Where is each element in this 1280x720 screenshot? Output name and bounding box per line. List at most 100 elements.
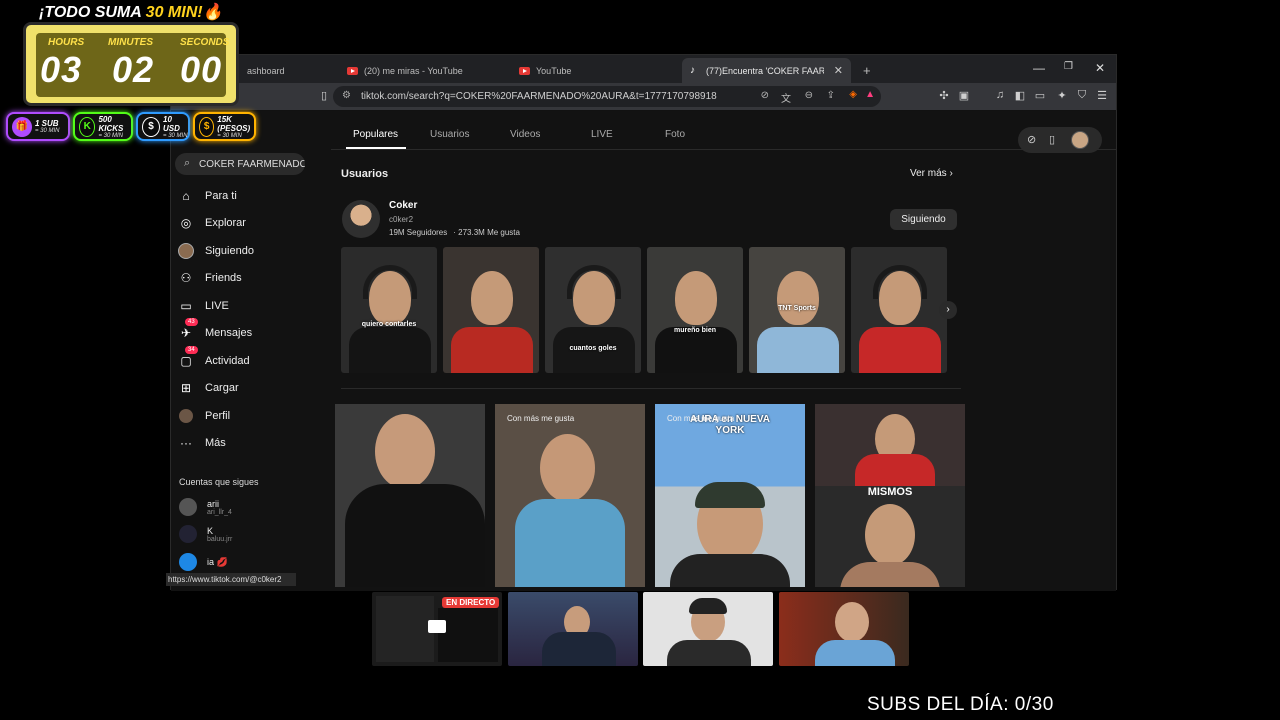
nav-live[interactable]: ▭ LIVE [177, 295, 229, 317]
following-button[interactable]: Siguiendo [890, 209, 957, 230]
minimize-icon[interactable]: — [1033, 61, 1045, 75]
user-stats: 19M Seguidores · 273.3M Me gusta [389, 228, 520, 237]
address-url: tiktok.com/search?q=COKER%20FAARMENADO%2… [361, 91, 717, 102]
browser-tab-dashboard[interactable]: ashboard [239, 58, 334, 83]
activity-icon: ▢ 34 [177, 346, 198, 370]
nav-mas[interactable]: ··· Más [177, 432, 226, 454]
messages-badge: 43 [185, 318, 198, 326]
timer-title-prefix: ¡TODO SUMA [39, 4, 146, 21]
sub-reward-pill: 🎁 1 SUB = 30 MIN [6, 112, 70, 141]
video-subject [540, 434, 595, 502]
following-icon [177, 242, 195, 260]
video-thumbnail[interactable]: TNT Sports [749, 247, 845, 373]
screenshot-icon[interactable]: ▣ [957, 89, 971, 102]
video-thumbnail[interactable] [851, 247, 947, 373]
timer-title-highlight: 30 MIN! [145, 4, 203, 21]
video-thumbnail[interactable] [443, 247, 539, 373]
menu-icon[interactable]: ☰ [1095, 89, 1109, 102]
site-info-icon[interactable]: ⚙ [342, 90, 351, 101]
zoom-icon[interactable]: ⊖ [805, 90, 813, 101]
vpn-icon[interactable]: ⛉ [1075, 89, 1089, 102]
video-subject [865, 504, 915, 566]
device-icon[interactable]: ▯ [1049, 133, 1055, 146]
video-caption: Con más me gusta [667, 414, 735, 423]
person-body [815, 640, 895, 666]
carousel-next-icon[interactable]: › [939, 301, 957, 319]
following-account[interactable]: ia 💋 [179, 553, 228, 571]
music-icon[interactable]: ♫ [993, 89, 1007, 101]
video-thumbnail[interactable]: cuantos goles [545, 247, 641, 373]
search-input[interactable]: ⌕ COKER FAARMENADO... [175, 153, 305, 175]
dollar-icon: $ [142, 116, 161, 137]
tab-videos[interactable]: Videos [510, 129, 540, 140]
nav-label: Siguiendo [205, 245, 254, 257]
browser-tab-youtube-me-miras[interactable]: (20) me miras - YouTube [339, 58, 509, 83]
profile-avatar[interactable] [1071, 131, 1089, 149]
bookmark-icon[interactable]: ▯ [317, 89, 331, 102]
video-caption: Con más me gusta [507, 414, 575, 423]
thumbnail-caption: mureño bien [673, 327, 716, 334]
sidebar-toggle-icon[interactable]: ◧ [1013, 89, 1027, 102]
gift-icon: 🎁 [12, 116, 32, 137]
nav-perfil[interactable]: Perfil [177, 405, 230, 427]
brave-shield-icon[interactable]: ◈ [849, 89, 857, 100]
user-name[interactable]: Coker [389, 200, 417, 211]
pesos-reward-pill: $15K (PESOS) = 30 MIN [193, 112, 256, 141]
nav-label: Para ti [205, 190, 237, 202]
pill-title: 10 USD [163, 114, 180, 133]
close-tab-icon[interactable]: ✕ [834, 64, 843, 77]
share-icon[interactable]: ⇪ [827, 90, 835, 101]
following-header: Cuentas que sigues [179, 477, 259, 487]
timer-frame: HOURS MINUTES SECONDS 03 02 00 [23, 22, 239, 106]
reader-icon[interactable]: ⊘ [761, 90, 769, 101]
avatar [179, 553, 197, 571]
new-tab-button[interactable]: + [855, 58, 875, 83]
coins-icon[interactable]: ⊘ [1027, 133, 1036, 146]
tab-live[interactable]: LIVE [591, 129, 613, 140]
video-thumbnail[interactable]: quiero contarles [341, 247, 437, 373]
following-account[interactable]: Kbaluu.jrr [179, 525, 232, 543]
user-avatar[interactable] [342, 200, 380, 238]
nav-mensajes[interactable]: ✈ 43 Mensajes [177, 318, 252, 344]
video-card[interactable]: MISMOS [815, 404, 965, 587]
nav-label: Explorar [205, 217, 246, 229]
video-card[interactable] [335, 404, 485, 587]
video-card[interactable]: Con más me gusta [495, 404, 645, 587]
browser-tab-tiktok[interactable]: ♪ (77)Encuentra 'COKER FAARMENADO ✕ [682, 58, 851, 83]
following-account[interactable]: arii ari_llr_4 [179, 498, 232, 516]
nav-cargar[interactable]: ⊞ Cargar [177, 377, 239, 399]
rewards-icon[interactable]: ▲ [865, 89, 875, 100]
address-bar[interactable]: ⚙ tiktok.com/search?q=COKER%20FAARMENADO… [333, 86, 881, 107]
tab-foto[interactable]: Foto [665, 129, 685, 140]
nav-actividad[interactable]: ▢ 34 Actividad [177, 346, 250, 372]
leo-ai-icon[interactable]: ✦ [1055, 89, 1069, 102]
see-more-link[interactable]: Ver más › [910, 168, 953, 179]
thumbnail-face [675, 271, 717, 325]
extensions-icon[interactable]: ✣ [937, 89, 951, 102]
video-card[interactable]: AURA en NUEVA YORK Con más me gusta [655, 404, 805, 587]
upload-icon: ⊞ [180, 381, 192, 395]
hours-value: 03 [40, 49, 83, 90]
search-icon: ⌕ [184, 157, 191, 169]
webcam-feed [508, 592, 638, 666]
nav-para-ti[interactable]: ⌂ Para ti [177, 185, 237, 207]
seconds-value: 00 [180, 49, 223, 90]
nav-friends[interactable]: ⚇ Friends [177, 267, 242, 289]
thumbnail-body [451, 327, 533, 373]
maximize-icon[interactable]: ❐ [1064, 61, 1073, 72]
profile-icon [177, 407, 195, 425]
wallet-icon[interactable]: ▭ [1033, 89, 1047, 102]
close-window-icon[interactable]: ✕ [1095, 61, 1105, 75]
tab-label: (20) me miras - YouTube [364, 65, 463, 76]
browser-tab-youtube[interactable]: YouTube [511, 58, 681, 83]
tab-usuarios[interactable]: Usuarios [430, 129, 469, 140]
nav-siguiendo[interactable]: Siguiendo [177, 240, 254, 262]
translate-icon[interactable]: 文 [781, 90, 791, 105]
nav-explorar[interactable]: ◎ Explorar [177, 212, 246, 234]
video-thumbnail[interactable]: mureño bien [647, 247, 743, 373]
nav-label: Actividad [205, 355, 250, 367]
nav-label: Más [205, 437, 226, 449]
thumbnail-face [879, 271, 921, 325]
tab-populares[interactable]: Populares [353, 129, 398, 140]
pill-title: 500 KICKS [98, 114, 124, 133]
